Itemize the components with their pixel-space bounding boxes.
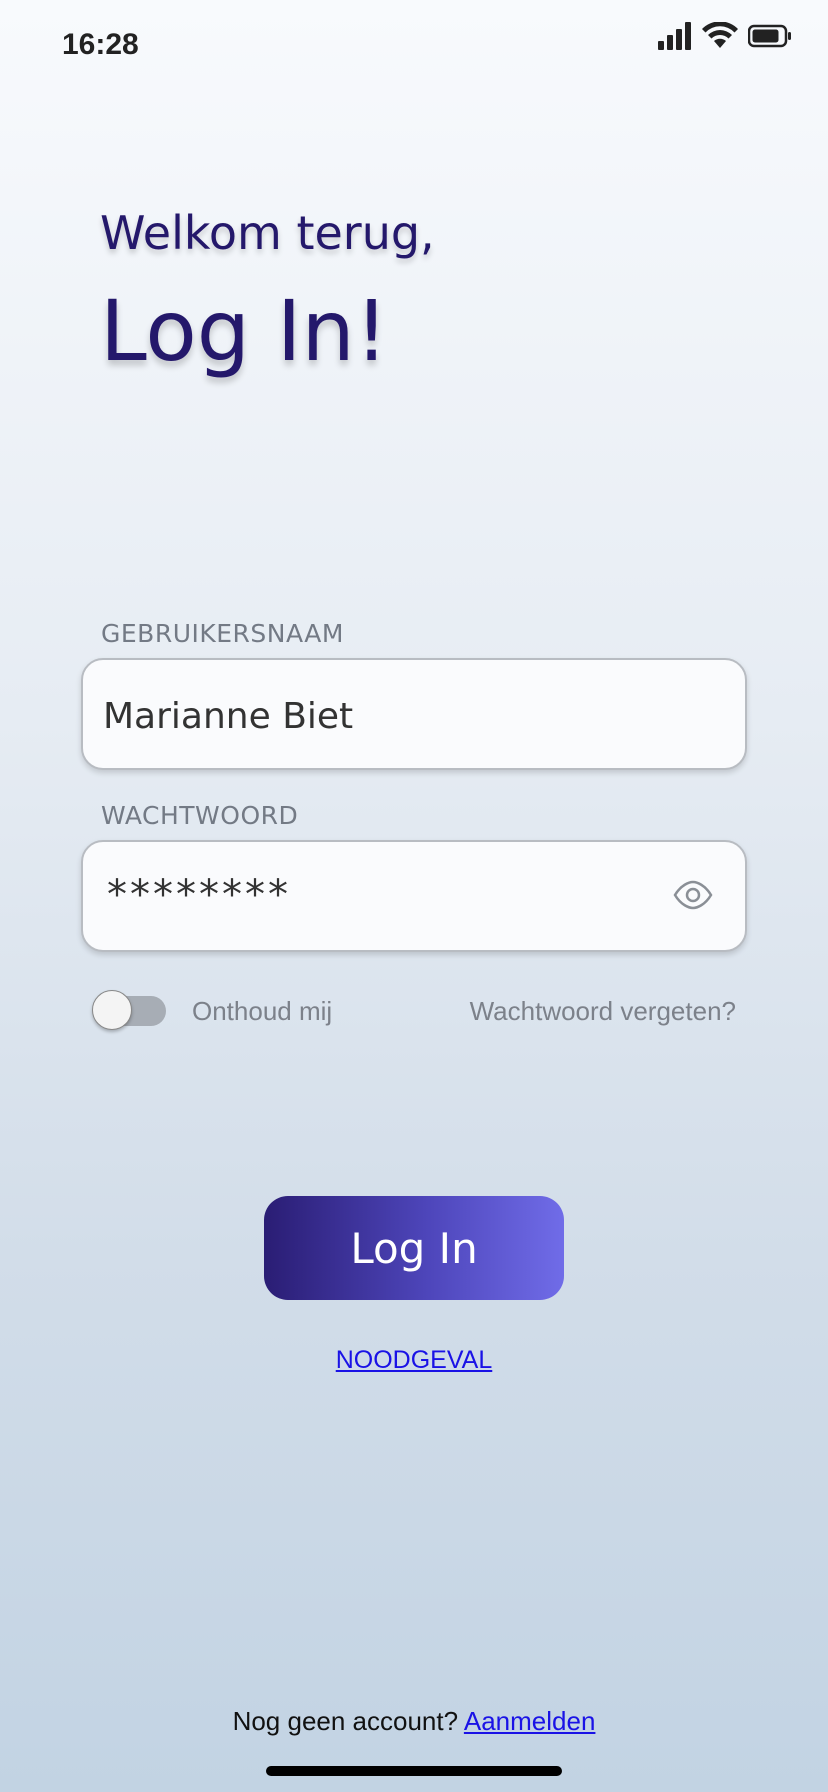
username-field[interactable]: Marianne Biet: [81, 658, 747, 770]
login-button[interactable]: Log In: [264, 1196, 564, 1300]
status-time: 16:28: [62, 28, 139, 61]
emergency-link-row: NOODGEVAL: [0, 1346, 828, 1375]
emergency-link[interactable]: NOODGEVAL: [336, 1346, 493, 1374]
eye-icon[interactable]: [673, 880, 713, 910]
battery-icon: [748, 24, 792, 48]
forgot-password-link[interactable]: Wachtwoord vergeten?: [470, 996, 736, 1027]
username-value: Marianne Biet: [103, 696, 354, 737]
password-field[interactable]: ********: [81, 840, 747, 952]
signup-row: Nog geen account? Aanmelden: [0, 1706, 828, 1737]
no-account-text: Nog geen account?: [232, 1706, 459, 1736]
greeting-text: Welkom terug,: [100, 206, 435, 260]
wifi-icon: [702, 22, 738, 50]
username-label: GEBRUIKERSNAAM: [101, 619, 344, 648]
remember-me-toggle[interactable]: [92, 990, 166, 1030]
status-bar: 16:28: [0, 0, 828, 90]
password-label: WACHTWOORD: [101, 801, 299, 830]
page-title: Log In!: [100, 282, 389, 380]
home-indicator: [266, 1766, 562, 1776]
signup-link[interactable]: Aanmelden: [464, 1706, 596, 1736]
password-value: ********: [107, 872, 291, 918]
remember-me-label: Onthoud mij: [192, 996, 333, 1026]
status-icons: [658, 22, 792, 50]
cellular-signal-icon: [658, 22, 692, 50]
toggle-knob: [92, 990, 132, 1030]
